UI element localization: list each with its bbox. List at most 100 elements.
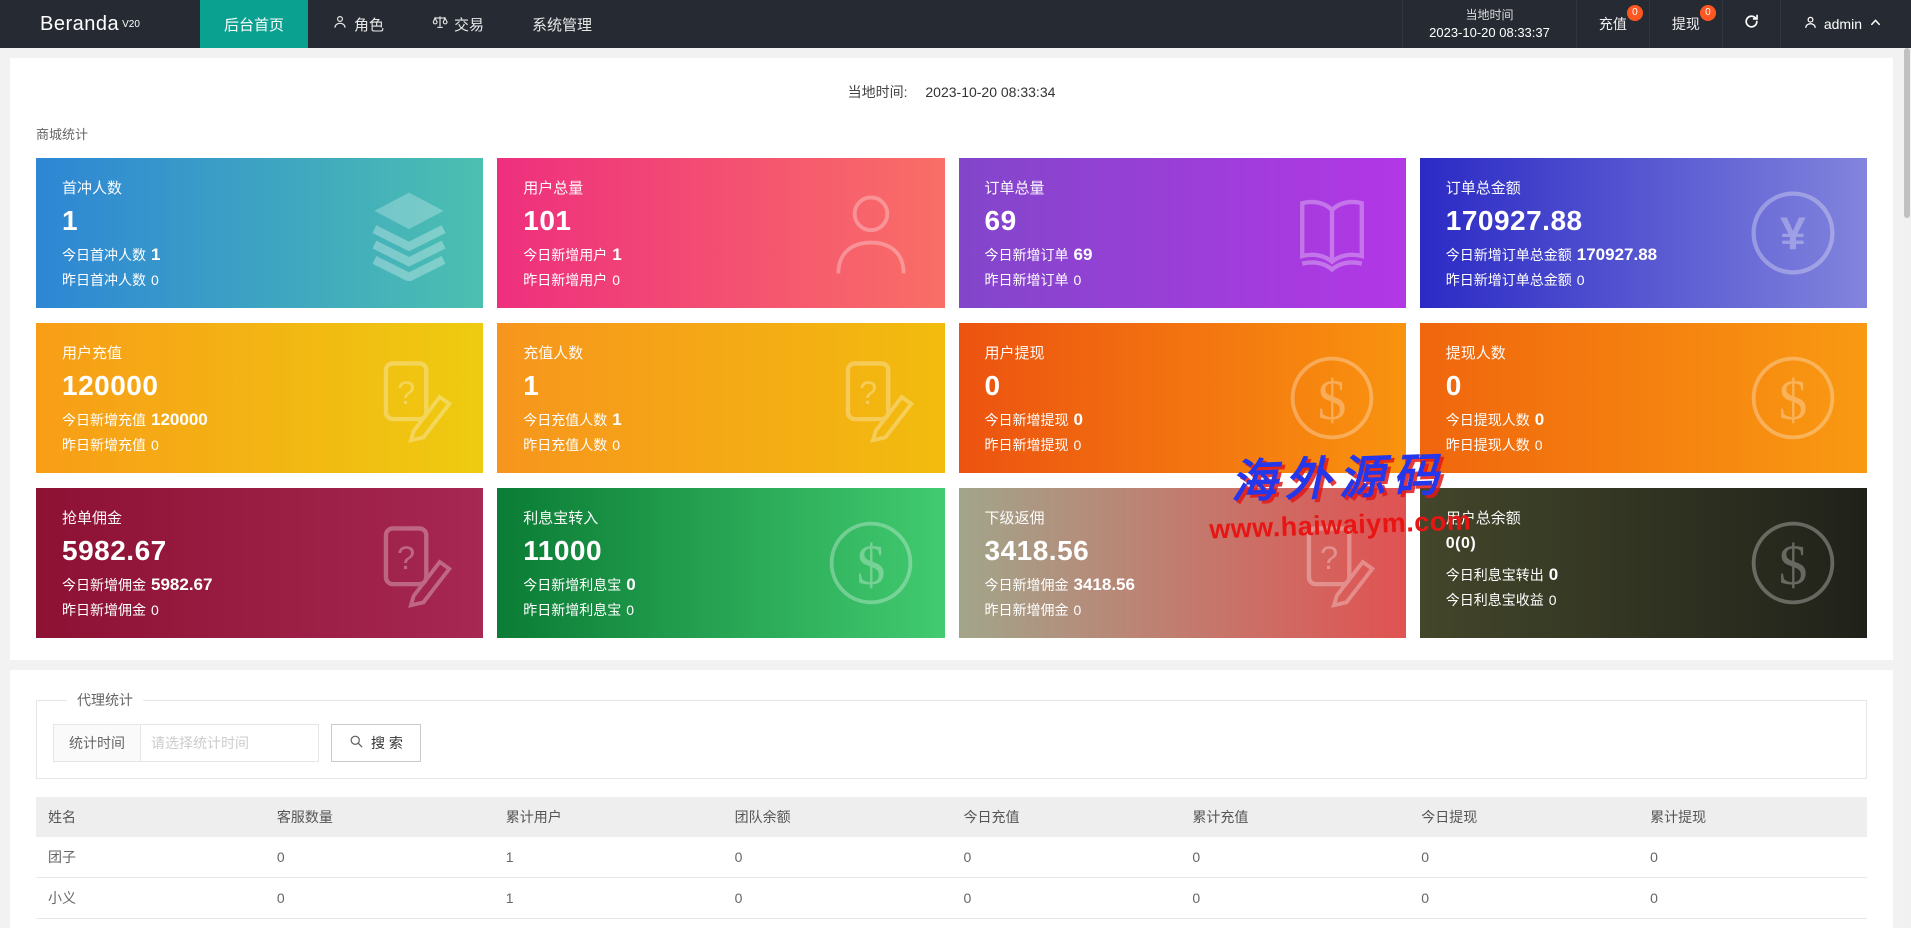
section-title-shop-stats: 商城统计 <box>36 127 89 142</box>
table-header-5: 今日充值 <box>951 797 1181 837</box>
search-button[interactable]: 搜 索 <box>331 724 421 762</box>
menu-item-4[interactable]: 系统管理 <box>508 0 616 48</box>
recharge-button[interactable]: 充值 0 <box>1575 0 1649 48</box>
table-cell-name: 小义 <box>36 877 265 919</box>
agent-panel: 代理统计 统计时间 搜 索 姓名客服数量累计用户团队余额今日充值累计充值今日提现… <box>10 670 1893 928</box>
table-cell-value: 0 <box>264 877 494 919</box>
stat-time-label: 统计时间 <box>53 724 141 762</box>
svg-text:?: ? <box>859 374 877 411</box>
table-header-3: 累计用户 <box>493 797 723 837</box>
layers-icon <box>361 185 457 281</box>
top-navbar: Beranda V20 后台首页 角色 交易 系统管理 当地时间 2023-10-20… <box>0 0 1911 48</box>
panel-time-label: 当地时间: <box>847 84 908 100</box>
table-cell-value: 0 <box>951 837 1181 878</box>
table-cell-name: 小洋 <box>36 918 265 928</box>
main-menu: 后台首页 角色 交易 系统管理 <box>200 0 616 48</box>
table-cell-value: 1 <box>493 918 723 928</box>
recharge-badge: 0 <box>1626 5 1643 21</box>
agent-table: 姓名 客服数量 累计用户 团队余额 今日充值 累计充值 今日提现 累计提现 团子 0 1 0 0 0 0 0… <box>36 797 1867 928</box>
table-cell-value: 0 <box>1180 837 1410 878</box>
local-time-block: 当地时间 2023-10-20 08:33:37 <box>1402 0 1576 48</box>
app-logo-version: V20 <box>122 18 140 30</box>
agent-search-row: 统计时间 搜 索 <box>53 724 1850 762</box>
withdraw-button[interactable]: 提现 0 <box>1648 0 1722 48</box>
table-cell-value: 0 <box>1638 837 1867 878</box>
table-cell-value: 0 <box>951 877 1181 919</box>
person-icon <box>332 14 348 34</box>
recharge-label: 充值 <box>1598 16 1627 32</box>
stat-card-9: 抢单佣金 5982.67 今日新增佣金 5982.67 昨日新增佣金 0 ? <box>36 488 484 638</box>
stat-card-1: 首冲人数 1 今日首冲人数 1 昨日首冲人数 0 <box>36 158 484 308</box>
refresh-icon <box>1743 13 1760 35</box>
svg-text:$: $ <box>1779 534 1808 597</box>
table-row: 小洋0100000 <box>36 918 1867 928</box>
yen-icon: ¥ <box>1745 185 1841 281</box>
agent-fieldset: 代理统计 统计时间 搜 索 <box>36 690 1867 779</box>
chevron-up-icon <box>1868 15 1883 33</box>
refresh-button[interactable] <box>1721 0 1780 48</box>
document-edit-icon: ? <box>361 350 457 446</box>
table-cell-value: 0 <box>264 918 494 928</box>
stat-card-4: 订单总金额 170927.88 今日新增订单总金额 170927.88 昨日新增订… <box>1419 158 1867 308</box>
dollar-icon: $ <box>1745 515 1841 611</box>
agent-table-header: 姓名 客服数量 累计用户 团队余额 今日充值 累计充值 今日提现 累计提现 <box>36 797 1867 837</box>
menu-item-1[interactable]: 后台首页 <box>200 0 309 48</box>
svg-text:$: $ <box>1779 369 1808 432</box>
navbar-right: 当地时间 2023-10-20 08:33:37 充值 0 提现 0 admin <box>1402 0 1911 48</box>
table-header-6: 累计充值 <box>1180 797 1410 837</box>
agent-table-body: 团子0100000小义0100000小洋0100000 <box>36 837 1867 928</box>
table-cell-value: 0 <box>1409 877 1639 919</box>
stat-card-11: 下级返佣 3418.56 今日新增佣金 3418.56 昨日新增佣金 0 ? <box>958 488 1406 638</box>
menu-item-3[interactable]: 交易 <box>408 0 508 48</box>
table-cell-value: 0 <box>951 918 1181 928</box>
table-cell-value: 0 <box>1638 877 1867 919</box>
stat-card-2: 用户总量 101 今日新增用户 1 昨日新增用户 0 <box>497 158 945 308</box>
user-menu[interactable]: admin <box>1779 0 1911 48</box>
svg-text:$: $ <box>856 534 885 597</box>
panel-time-row: 当地时间: 2023-10-20 08:33:34 <box>36 82 1867 102</box>
table-row: 团子 0 1 0 0 0 0 0 <box>36 837 1867 878</box>
table-header-1: 姓名 <box>36 797 265 837</box>
stat-card-5: 用户充值 120000 今日新增充值 120000 昨日新增充值 0 ? <box>36 323 484 473</box>
table-cell-value: 0 <box>722 877 952 919</box>
table-header-7: 今日提现 <box>1409 797 1639 837</box>
dollar-icon: $ <box>1284 350 1380 446</box>
stat-card-3: 订单总量 69 今日新增订单 69 昨日新增订单 0 <box>958 158 1406 308</box>
app-logo: Beranda V20 <box>0 0 200 48</box>
panel-time-value: 2023-10-20 08:33:34 <box>925 84 1056 100</box>
table-header-8: 累计提现 <box>1638 797 1867 837</box>
table-header-4: 团队余额 <box>722 797 952 837</box>
svg-text:?: ? <box>397 374 415 411</box>
local-time-label: 当地时间 <box>1465 7 1514 22</box>
agent-legend: 代理统计 <box>77 692 133 708</box>
withdraw-badge: 0 <box>1699 5 1716 21</box>
table-cell-value: 1 <box>493 877 723 919</box>
stat-card-10: 利息宝转入 11000 今日新增利息宝 0 昨日新增利息宝 0 $ <box>497 488 945 638</box>
table-cell-name: 团子 <box>36 837 265 878</box>
menu-item-label: 交易 <box>454 16 485 34</box>
local-time-value: 2023-10-20 08:33:37 <box>1429 24 1550 40</box>
table-cell-value: 0 <box>722 837 952 878</box>
stat-time-input[interactable] <box>141 724 319 762</box>
page-scrollbar[interactable] <box>1903 48 1911 928</box>
dollar-icon: $ <box>823 515 919 611</box>
user-icon <box>1803 15 1818 33</box>
scrollbar-thumb[interactable] <box>1904 48 1910 218</box>
document-edit-icon: ? <box>361 515 457 611</box>
table-cell-value: 1 <box>493 837 723 878</box>
svg-text:?: ? <box>397 539 415 576</box>
menu-item-2[interactable]: 角色 <box>308 0 408 48</box>
table-cell-value: 0 <box>1409 837 1639 878</box>
menu-item-label: 后台首页 <box>224 16 285 34</box>
book-icon <box>1284 185 1380 281</box>
stat-card-7: 用户提现 0 今日新增提现 0 昨日新增提现 0 $ <box>958 323 1406 473</box>
dollar-icon: $ <box>1745 350 1841 446</box>
app-logo-text: Beranda <box>40 12 120 35</box>
document-edit-icon: ? <box>1284 515 1380 611</box>
stat-time-group: 统计时间 <box>53 724 319 762</box>
table-cell-value: 0 <box>1409 918 1639 928</box>
search-icon <box>349 734 364 752</box>
stat-card-12: 用户总余额 0(0) 今日利息宝转出 0 今日利息宝收益 0 $ <box>1419 488 1867 638</box>
document-edit-icon: ? <box>823 350 919 446</box>
stat-card-grid: 首冲人数 1 今日首冲人数 1 昨日首冲人数 0 用户总量 101 今日新增用户 1 … <box>36 158 1867 638</box>
